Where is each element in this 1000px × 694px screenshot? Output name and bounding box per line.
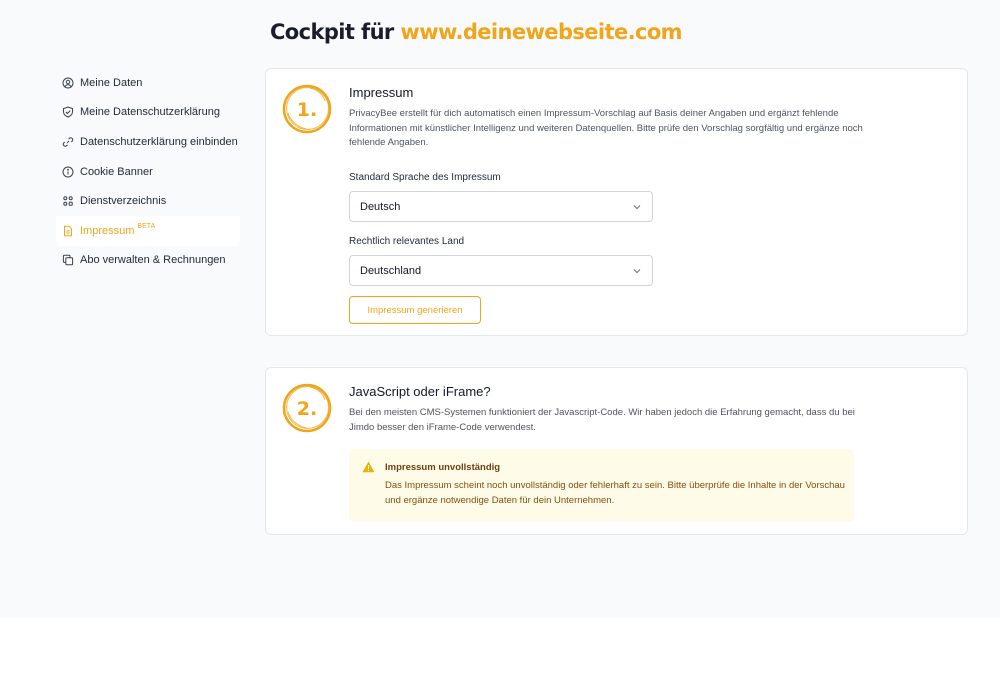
page-title-prefix: Cockpit für bbox=[270, 20, 394, 44]
country-select-value: Deutschland bbox=[360, 264, 422, 277]
chevron-down-icon bbox=[633, 205, 641, 210]
sidebar-item-abo[interactable]: Abo verwalten & Rechnungen bbox=[56, 246, 240, 276]
sidebar-item-label: Abo verwalten & Rechnungen bbox=[80, 254, 226, 267]
sidebar-item-cookie-banner[interactable]: Cookie Banner bbox=[56, 157, 240, 187]
sidebar-item-label: Meine Daten bbox=[80, 76, 143, 89]
sidebar-item-label: Dienstverzeichnis bbox=[80, 195, 167, 208]
sidebar-item-label: Meine Datenschutzerklärung bbox=[80, 106, 221, 119]
step-2-badge: 2. bbox=[282, 383, 332, 433]
step-2-number: 2. bbox=[297, 398, 317, 420]
alert-text: Das Impressum scheint noch unvollständig… bbox=[385, 480, 845, 506]
sidebar-item-einbinden[interactable]: Datenschutzerklärung einbinden bbox=[56, 127, 240, 157]
sidebar-item-meine-daten[interactable]: Meine Daten bbox=[56, 68, 240, 98]
document-icon bbox=[62, 225, 74, 237]
link-icon bbox=[62, 136, 74, 148]
sidebar: Meine Daten Meine Datenschutzerklärung D… bbox=[56, 68, 240, 275]
step-1-badge: 1. bbox=[282, 84, 332, 134]
page-title-site: www.deinewebseite.com bbox=[400, 20, 682, 44]
sidebar-item-label: Impressum bbox=[80, 224, 135, 237]
sidebar-item-impressum[interactable]: Impressum BETA bbox=[56, 215, 240, 246]
info-icon bbox=[62, 166, 74, 178]
sidebar-item-label: Cookie Banner bbox=[80, 165, 153, 178]
warning-icon bbox=[362, 461, 375, 473]
warning-alert: Impressum unvollständig Das Impressum sc… bbox=[349, 449, 854, 522]
embed-card: 2. JavaScript oder iFrame? Bei den meist… bbox=[265, 367, 968, 535]
impressum-card: 1. Impressum PrivacyBee erstellt für dic… bbox=[265, 68, 968, 336]
grid-icon bbox=[62, 195, 74, 207]
embed-title: JavaScript oder iFrame? bbox=[349, 384, 491, 399]
copy-icon bbox=[62, 254, 74, 266]
sidebar-item-label: Datenschutzerklärung einbinden bbox=[80, 135, 238, 148]
impressum-description: PrivacyBee erstellt für dich automatisch… bbox=[349, 108, 863, 148]
sidebar-item-datenschutzerklaerung[interactable]: Meine Datenschutzerklärung bbox=[56, 98, 240, 128]
embed-description: Bei den meisten CMS-Systemen funktionier… bbox=[349, 407, 855, 433]
impressum-title: Impressum bbox=[349, 85, 414, 100]
alert-title: Impressum unvollständig bbox=[385, 462, 501, 473]
country-select[interactable]: Deutschland bbox=[349, 255, 653, 286]
page-title: Cockpit für www.deinewebseite.com bbox=[270, 20, 683, 44]
user-circle-icon bbox=[62, 77, 74, 89]
language-select[interactable]: Deutsch bbox=[349, 191, 653, 222]
beta-badge: BETA bbox=[137, 223, 156, 231]
sidebar-item-dienstverzeichnis[interactable]: Dienstverzeichnis bbox=[56, 186, 240, 216]
language-select-value: Deutsch bbox=[360, 200, 401, 213]
language-label: Standard Sprache des Impressum bbox=[349, 172, 501, 183]
country-label: Rechtlich relevantes Land bbox=[349, 236, 465, 247]
generate-impressum-button[interactable]: Impressum generieren bbox=[349, 296, 481, 324]
shield-icon bbox=[62, 106, 74, 118]
step-1-number: 1. bbox=[297, 99, 317, 121]
chevron-down-icon bbox=[633, 269, 641, 274]
